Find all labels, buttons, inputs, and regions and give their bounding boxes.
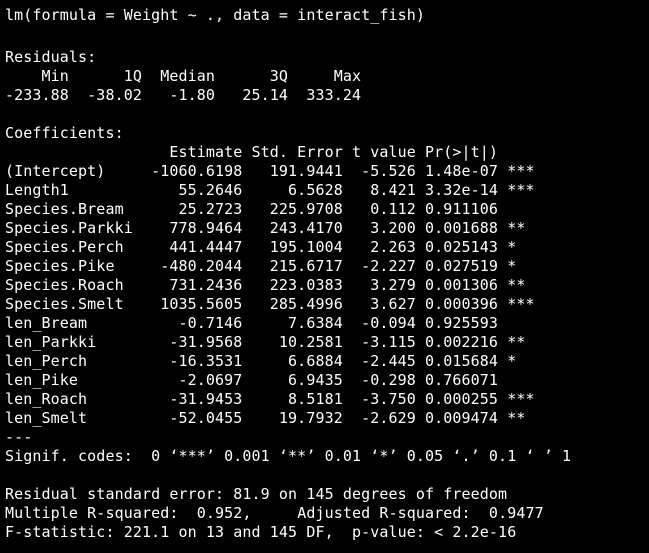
coefficient-row: Species.Roach 731.2436 223.0383 3.279 0.…: [5, 276, 535, 294]
coefficient-row: len_Roach -31.9453 8.5181 -3.750 0.00025…: [5, 390, 535, 408]
call-line: lm(formula = Weight ~ ., data = interact…: [5, 6, 426, 24]
coefficient-row: Species.Smelt 1035.5605 285.4996 3.627 0…: [5, 295, 535, 313]
coefficient-row: len_Parkki -31.9568 10.2581 -3.115 0.002…: [5, 333, 535, 351]
coefficient-row: len_Bream -0.7146 7.6384 -0.094 0.925593: [5, 314, 535, 332]
residuals-heading: Residuals:: [5, 48, 97, 66]
residuals-header-row: Min 1Q Median 3Q Max: [5, 67, 371, 85]
coefficients-header-row: Estimate Std. Error t value Pr(>|t|): [5, 143, 535, 161]
coefficient-row: Species.Perch 441.4447 195.1004 2.263 0.…: [5, 238, 535, 256]
r-console-output: lm(formula = Weight ~ ., data = interact…: [0, 0, 649, 553]
residual-se-line: Residual standard error: 81.9 on 145 deg…: [5, 485, 508, 503]
coefficient-row: Species.Parkki 778.9464 243.4170 3.200 0…: [5, 219, 535, 237]
coefficient-row: len_Smelt -52.0455 19.7932 -2.629 0.0094…: [5, 409, 535, 427]
r-squared-line: Multiple R-squared: 0.952, Adjusted R-sq…: [5, 504, 553, 522]
coefficients-heading: Coefficients:: [5, 124, 124, 142]
residuals-values-row: -233.88 -38.02 -1.80 25.14 333.24: [5, 86, 371, 104]
coefficient-row: Length1 55.2646 6.5628 8.421 3.32e-14 **…: [5, 181, 535, 199]
coefficient-row: Species.Pike -480.2044 215.6717 -2.227 0…: [5, 257, 535, 275]
signif-codes-line: Signif. codes: 0 ‘***’ 0.001 ‘**’ 0.01 ‘…: [5, 447, 572, 465]
coefficient-row: Species.Bream 25.2723 225.9708 0.112 0.9…: [5, 200, 535, 218]
coefficient-row: len_Perch -16.3531 6.6884 -2.445 0.01568…: [5, 352, 535, 370]
f-statistic-line: F-statistic: 221.1 on 13 and 145 DF, p-v…: [5, 523, 517, 541]
coefficient-row: len_Pike -2.0697 6.9435 -0.298 0.766071: [5, 371, 535, 389]
coefficient-row: (Intercept) -1060.6198 191.9441 -5.526 1…: [5, 162, 535, 180]
separator-line: ---: [5, 428, 33, 446]
